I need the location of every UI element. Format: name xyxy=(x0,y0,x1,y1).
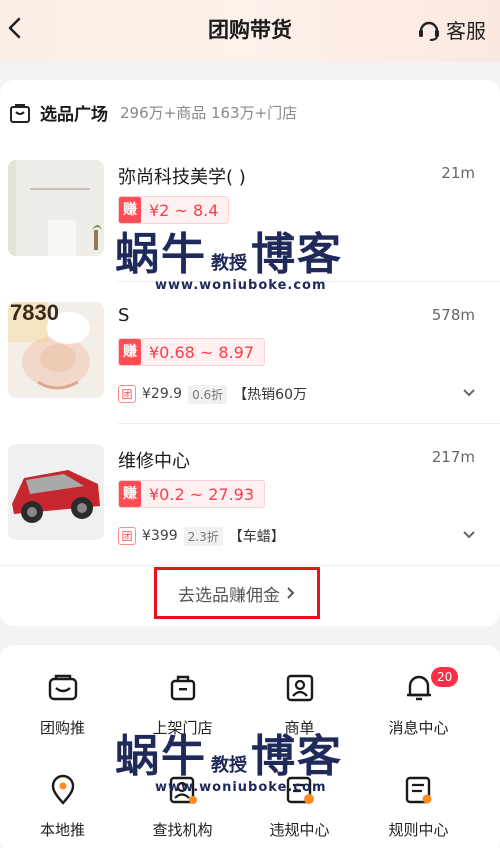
group-buy-icon: 团 xyxy=(118,385,136,403)
select-products-button[interactable]: 去选品赚佣金 xyxy=(154,567,320,619)
earn-range: ¥0.2 ~ 27.93 xyxy=(149,484,255,504)
grid-label: 规则中心 xyxy=(388,821,449,839)
commission-range: 赚 ¥0.68 ~ 8.97 xyxy=(118,338,266,366)
store-thumbnail xyxy=(8,160,104,256)
earn-range: ¥2 ~ 8.4 xyxy=(149,200,219,220)
function-grid: 团购推 上架门店 商单 20 消息中心 本地推 查找机构 违规中心 规则中心 xyxy=(0,645,500,848)
plaza-stats: 296万+商品 163万+门店 xyxy=(120,104,298,122)
thumbnail-text: 7830 xyxy=(10,302,59,325)
grid-item-rules[interactable]: 规则中心 xyxy=(356,773,481,840)
earn-tag: 赚 xyxy=(119,339,141,365)
select-products-label: 去选品赚佣金 xyxy=(178,585,280,606)
location-pin-icon xyxy=(51,774,74,805)
grid-item-listing[interactable]: 上架门店 xyxy=(120,671,245,738)
earn-range: ¥0.68 ~ 8.97 xyxy=(149,342,255,362)
grid-item-find-org[interactable]: 查找机构 xyxy=(120,773,245,840)
earn-tag: 赚 xyxy=(119,481,141,507)
divider xyxy=(0,565,500,566)
grid-item-merchant[interactable]: 商单 xyxy=(237,671,362,738)
list-item[interactable]: 7830 S 578m 赚 ¥0.68 ~ 8.97 团 ¥29.9 0.6折 … xyxy=(0,302,500,430)
headset-icon xyxy=(419,21,439,41)
merchant-icon xyxy=(286,674,313,702)
rules-icon xyxy=(405,776,431,804)
list-item[interactable]: 维修中心 217m 赚 ¥0.2 ~ 27.93 团 ¥399 2.3折 【车蜡… xyxy=(0,444,500,572)
deal-tag: 【热销60万 xyxy=(233,387,308,403)
shopping-bag-icon xyxy=(10,103,30,123)
grid-label: 查找机构 xyxy=(152,821,213,839)
chevron-right-icon xyxy=(287,587,295,599)
earn-tag: 赚 xyxy=(119,197,141,223)
customer-service-button[interactable]: 客服 xyxy=(416,15,486,44)
unread-badge: 20 xyxy=(431,667,459,687)
distance: 217m xyxy=(431,448,475,466)
grid-label: 消息中心 xyxy=(388,719,449,737)
store-thumbnail: 7830 xyxy=(8,302,104,398)
service-label: 客服 xyxy=(446,19,486,43)
chevron-down-icon[interactable] xyxy=(462,388,476,398)
grid-item-violation[interactable]: 违规中心 xyxy=(237,773,362,840)
list-item[interactable]: 弥尚科技美学( ) 21m 赚 ¥2 ~ 8.4 xyxy=(0,160,500,288)
distance: 578m xyxy=(431,306,475,324)
group-buy-icon: 团 xyxy=(118,527,136,545)
store-name: 弥尚科技美学( ) xyxy=(118,167,246,188)
commission-range: 赚 ¥0.2 ~ 27.93 xyxy=(118,480,266,508)
grid-item-promote[interactable]: 团购推 xyxy=(0,671,125,738)
find-org-icon xyxy=(169,776,197,804)
top-bar: 团购带货 客服 xyxy=(0,0,500,62)
distance: 21m xyxy=(441,164,475,182)
plaza-header[interactable]: 选品广场 296万+商品 163万+门店 xyxy=(8,100,297,125)
store-name: S xyxy=(118,305,130,326)
divider xyxy=(118,281,500,282)
plaza-title: 选品广场 xyxy=(40,105,108,125)
grid-label: 商单 xyxy=(284,719,315,737)
deal-price: ¥29.9 xyxy=(142,386,183,402)
grid-label: 上架门店 xyxy=(152,719,213,737)
grid-label: 本地推 xyxy=(39,821,85,839)
grid-label: 违规中心 xyxy=(269,821,330,839)
chevron-down-icon[interactable] xyxy=(462,530,476,540)
promote-icon xyxy=(48,674,77,701)
grid-item-local[interactable]: 本地推 xyxy=(0,773,125,840)
bag-icon xyxy=(170,675,195,701)
divider xyxy=(118,423,500,424)
commission-range: 赚 ¥2 ~ 8.4 xyxy=(118,196,230,224)
deal-info: 团 ¥29.9 0.6折 【热销60万 xyxy=(118,384,307,404)
store-thumbnail xyxy=(8,444,104,540)
deal-info: 团 ¥399 2.3折 【车蜡】 xyxy=(118,526,285,546)
discount-badge: 2.3折 xyxy=(183,526,223,546)
store-name: 维修中心 xyxy=(118,451,190,472)
grid-item-messages[interactable]: 20 消息中心 xyxy=(356,667,481,738)
product-plaza-card: 选品广场 296万+商品 163万+门店 弥尚科技美学( ) 21m 赚 ¥2 … xyxy=(0,80,500,626)
discount-badge: 0.6折 xyxy=(188,384,228,404)
deal-price: ¥399 xyxy=(142,528,178,544)
grid-label: 团购推 xyxy=(39,719,85,737)
deal-tag: 【车蜡】 xyxy=(228,529,285,545)
violation-icon xyxy=(286,776,314,804)
